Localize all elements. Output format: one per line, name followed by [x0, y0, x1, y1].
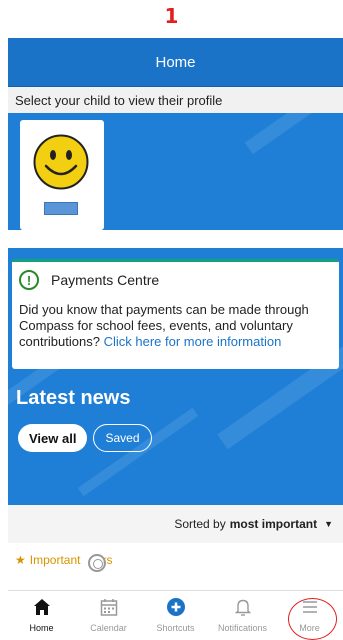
calendar-icon: [100, 599, 117, 616]
view-all-button[interactable]: View all: [18, 424, 88, 452]
payments-info-link[interactable]: Click here for more information: [104, 334, 282, 349]
tab-calendar[interactable]: Calendar: [75, 591, 142, 640]
payments-centre-card[interactable]: ! Payments Centre Did you know that paym…: [12, 259, 339, 369]
star-icon: ★: [15, 553, 26, 567]
divider-strip: [8, 230, 343, 248]
child-name-redacted: [44, 202, 78, 215]
payments-title: Payments Centre: [51, 272, 160, 288]
tab-home[interactable]: Home: [8, 591, 75, 640]
saved-button[interactable]: Saved: [93, 424, 152, 452]
home-content: Select your child to view their profile …: [8, 87, 343, 505]
plus-circle-icon: [166, 598, 185, 616]
home-icon: [33, 599, 50, 615]
bell-icon: [234, 599, 251, 616]
child-avatar-smiley-icon: [33, 134, 89, 190]
page-title: Home: [155, 53, 196, 71]
background-stripe: [77, 407, 199, 497]
select-child-prompt: Select your child to view their profile: [8, 87, 343, 113]
sort-value: most important: [229, 517, 318, 531]
step-number: 1: [164, 4, 179, 28]
phone-screen: Home Select your child to view their pro…: [8, 38, 343, 640]
tab-shortcuts[interactable]: Shortcuts: [142, 591, 209, 640]
tab-notifications[interactable]: Notifications: [209, 591, 276, 640]
dropdown-caret-icon: ▼: [324, 519, 333, 529]
bottom-tab-bar: Home Calendar Shortcuts Notifications Mo…: [8, 590, 343, 640]
news-list: ★ Important rs: [8, 543, 343, 594]
sort-label: Sorted by: [174, 517, 226, 531]
top-bar: Home: [8, 38, 343, 87]
tab-more[interactable]: More: [276, 591, 343, 640]
payments-description: Did you know that payments can be made t…: [19, 302, 309, 349]
rotate-handle-icon: [88, 554, 106, 572]
latest-news-heading: Latest news: [16, 387, 131, 409]
child-profile-card[interactable]: [20, 120, 104, 230]
menu-icon: [302, 601, 317, 613]
sort-control[interactable]: Sorted by most important ▼: [8, 505, 343, 543]
info-exclamation-icon: !: [19, 270, 39, 290]
